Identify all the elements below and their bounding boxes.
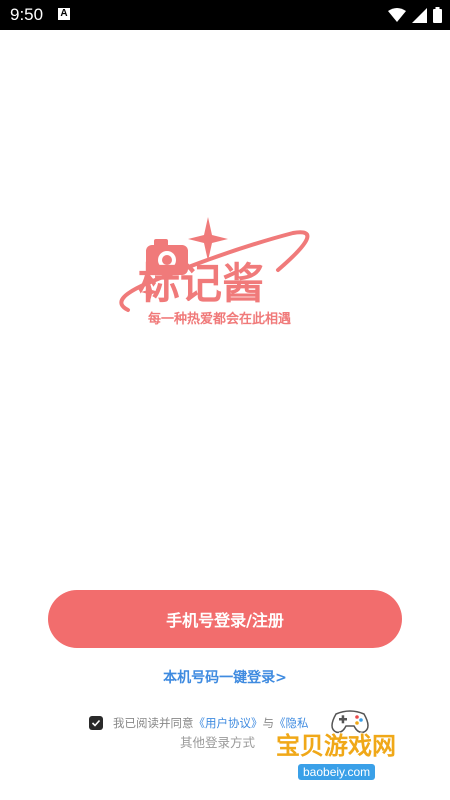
- watermark: 宝贝游戏网 baobeiy.com: [272, 706, 422, 782]
- wifi-icon: [388, 7, 406, 23]
- user-agreement-link[interactable]: 《用户协议》: [194, 715, 263, 731]
- app-logo: 标记酱 每一种热爱都会在此相遇: [108, 215, 340, 340]
- other-login-methods[interactable]: 其他登录方式: [180, 735, 255, 751]
- watermark-url: baobeiy.com: [298, 764, 376, 780]
- agreement-checkbox[interactable]: [89, 716, 103, 730]
- logo-slogan: 每一种热爱都会在此相遇: [148, 312, 292, 327]
- one-click-login-link[interactable]: 本机号码一键登录>: [0, 668, 450, 688]
- notification-a-icon: A: [58, 8, 70, 20]
- watermark-title: 宝贝游戏网: [276, 732, 396, 760]
- check-icon: [91, 719, 101, 727]
- status-icons: [388, 6, 442, 24]
- battery-icon: [433, 7, 442, 23]
- signal-icon: [412, 7, 427, 23]
- status-bar: 9:50 A: [0, 0, 450, 30]
- agreement-prefix: 我已阅读并同意: [113, 716, 194, 730]
- logo-title: 标记酱: [138, 259, 265, 308]
- status-time: 9:50: [10, 5, 44, 24]
- phone-login-button[interactable]: 手机号登录/注册: [48, 590, 402, 648]
